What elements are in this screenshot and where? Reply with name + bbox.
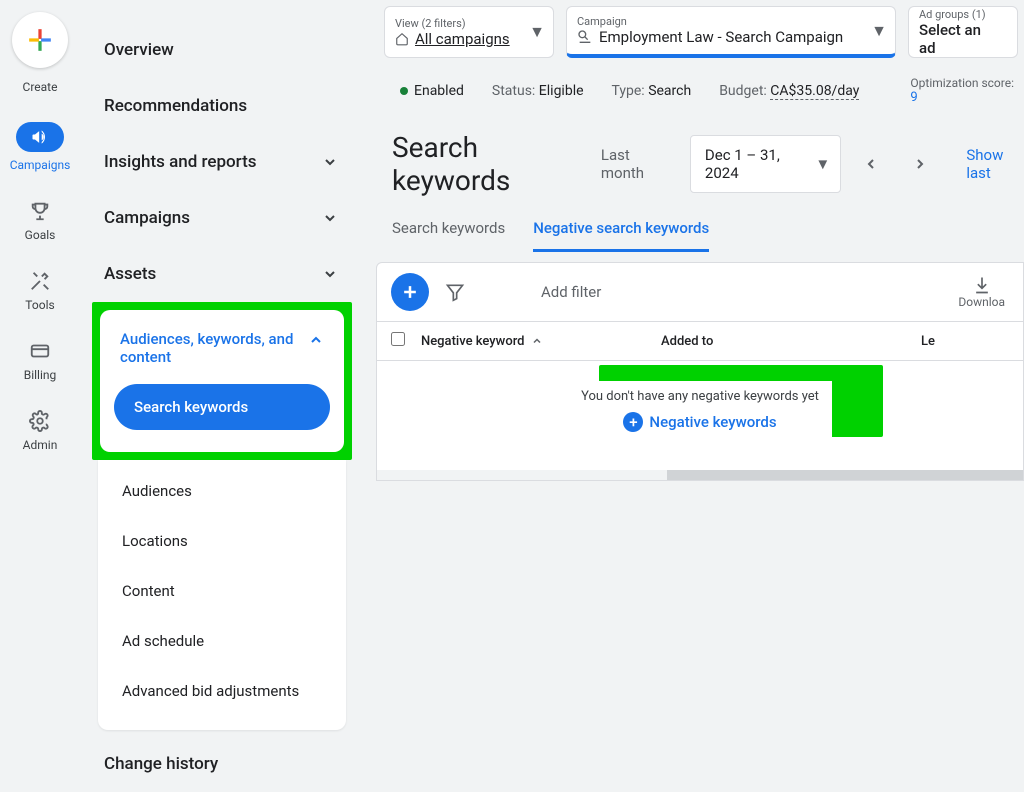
nav-audiences[interactable]: Audiences bbox=[98, 466, 346, 516]
nav-locations-label: Locations bbox=[122, 532, 188, 550]
add-negative-keywords-label: Negative keywords bbox=[649, 413, 776, 431]
rail-tools-label: Tools bbox=[25, 298, 54, 312]
column-negative-keyword[interactable]: Negative keyword bbox=[421, 334, 661, 349]
adgroup-selector-value: Select an ad bbox=[919, 21, 989, 57]
scrollbar-thumb[interactable] bbox=[667, 470, 1023, 480]
nav-overview[interactable]: Overview bbox=[88, 22, 356, 78]
nav-audiences-keywords-content[interactable]: Audiences, keywords, and content bbox=[108, 320, 336, 376]
rail-goals[interactable]: Goals bbox=[25, 200, 56, 242]
view-selector[interactable]: View (2 filters) All campaigns ▼ bbox=[384, 6, 554, 58]
plus-multicolor-icon bbox=[27, 27, 53, 53]
column-level[interactable]: Le bbox=[921, 334, 1009, 349]
chevron-down-icon bbox=[320, 208, 340, 228]
megaphone-icon bbox=[29, 126, 51, 148]
download-icon bbox=[972, 275, 992, 295]
show-last-link[interactable]: Show last bbox=[966, 146, 1024, 182]
download-button[interactable]: Downloa bbox=[958, 275, 1009, 309]
rail-campaigns[interactable]: Campaigns bbox=[10, 122, 71, 172]
column-added-to[interactable]: Added to bbox=[661, 334, 921, 349]
view-selector-label: View (2 filters) bbox=[395, 17, 525, 30]
nav-campaigns[interactable]: Campaigns bbox=[88, 190, 356, 246]
rail-tools[interactable]: Tools bbox=[25, 270, 54, 312]
tab-search-keywords[interactable]: Search keywords bbox=[392, 219, 505, 252]
rail-goals-label: Goals bbox=[25, 228, 56, 242]
status-enabled: Enabled bbox=[400, 83, 464, 99]
home-icon bbox=[395, 32, 409, 46]
rail-admin-label: Admin bbox=[23, 438, 58, 452]
nav-ad-schedule[interactable]: Ad schedule bbox=[98, 616, 346, 666]
download-label: Downloa bbox=[958, 295, 1005, 309]
nav-locations[interactable]: Locations bbox=[98, 516, 346, 566]
rail-billing-label: Billing bbox=[24, 368, 57, 382]
date-next-button[interactable] bbox=[912, 156, 939, 172]
nav-search-keywords-label: Search keywords bbox=[134, 398, 248, 416]
nav-recommendations[interactable]: Recommendations bbox=[88, 78, 356, 134]
nav-audiences-label: Audiences bbox=[122, 482, 192, 500]
date-prev-button[interactable] bbox=[863, 156, 890, 172]
gear-icon bbox=[29, 410, 51, 432]
rail-billing[interactable]: Billing bbox=[24, 340, 57, 382]
nav-recommendations-label: Recommendations bbox=[104, 96, 247, 116]
nav-akc-label: Audiences, keywords, and content bbox=[120, 330, 308, 366]
date-preset-label: Last month bbox=[601, 146, 668, 182]
rail-campaigns-label: Campaigns bbox=[10, 158, 71, 172]
status-type: Type: Search bbox=[612, 83, 692, 99]
horizontal-scrollbar[interactable] bbox=[377, 470, 1023, 480]
card-icon bbox=[29, 340, 51, 362]
nav-content-label: Content bbox=[122, 582, 175, 600]
sort-asc-icon bbox=[531, 335, 543, 347]
caret-down-icon: ▼ bbox=[815, 155, 830, 173]
page-title: Search keywords bbox=[392, 131, 579, 197]
chevron-down-icon bbox=[320, 264, 340, 284]
filter-button[interactable] bbox=[445, 282, 465, 302]
optimization-score: Optimization score: 9 bbox=[910, 76, 1024, 105]
status-budget[interactable]: Budget: CA$35.08/day bbox=[719, 83, 859, 99]
add-negative-keywords-link[interactable]: + Negative keywords bbox=[623, 412, 776, 432]
date-range-picker[interactable]: Dec 1 – 31, 2024 ▼ bbox=[690, 135, 841, 193]
nav-change-history-label: Change history bbox=[104, 754, 218, 774]
create-button[interactable] bbox=[12, 12, 68, 68]
create-label: Create bbox=[23, 80, 58, 94]
nav-assets[interactable]: Assets bbox=[88, 246, 356, 302]
nav-overview-label: Overview bbox=[104, 40, 174, 60]
tab-negative-keywords[interactable]: Negative search keywords bbox=[533, 219, 709, 252]
tutorial-highlight-nav: Audiences, keywords, and content Search … bbox=[92, 302, 352, 460]
date-range-value: Dec 1 – 31, 2024 bbox=[705, 146, 780, 182]
tools-icon bbox=[29, 270, 51, 292]
view-selector-value: All campaigns bbox=[415, 30, 510, 48]
trophy-icon bbox=[29, 200, 51, 222]
campaign-selector-value: Employment Law - Search Campaign bbox=[599, 28, 843, 46]
nav-ad-schedule-label: Ad schedule bbox=[122, 632, 204, 650]
adgroup-selector-label: Ad groups (1) bbox=[919, 8, 989, 21]
nav-advanced-bid-label: Advanced bid adjustments bbox=[122, 682, 299, 700]
column-negative-keyword-label: Negative keyword bbox=[421, 334, 525, 349]
rail-admin[interactable]: Admin bbox=[23, 410, 58, 452]
nav-content[interactable]: Content bbox=[98, 566, 346, 616]
plus-circle-icon: + bbox=[623, 412, 643, 432]
select-all-checkbox[interactable] bbox=[391, 332, 405, 346]
nav-change-history[interactable]: Change history bbox=[88, 730, 356, 792]
status-eligibility: Status: Eligible bbox=[492, 83, 584, 99]
empty-state-text: You don't have any negative keywords yet bbox=[568, 389, 832, 404]
caret-down-icon: ▼ bbox=[529, 22, 545, 42]
chevron-down-icon bbox=[320, 152, 340, 172]
nav-insights[interactable]: Insights and reports bbox=[88, 134, 356, 190]
funnel-icon bbox=[445, 282, 465, 302]
caret-down-icon: ▼ bbox=[871, 21, 887, 41]
chevron-up-icon bbox=[308, 330, 324, 350]
add-button[interactable] bbox=[391, 273, 429, 311]
search-list-icon bbox=[577, 29, 593, 45]
campaign-selector-label: Campaign bbox=[577, 15, 867, 28]
nav-search-keywords[interactable]: Search keywords bbox=[114, 384, 330, 430]
nav-campaigns-label: Campaigns bbox=[104, 208, 190, 228]
nav-advanced-bid[interactable]: Advanced bid adjustments bbox=[98, 666, 346, 716]
campaign-selector[interactable]: Campaign Employment Law - Search Campaig… bbox=[566, 6, 896, 58]
adgroup-selector[interactable]: Ad groups (1) Select an ad bbox=[908, 6, 1018, 58]
plus-icon bbox=[400, 282, 420, 302]
nav-assets-label: Assets bbox=[104, 264, 156, 284]
add-filter-input[interactable]: Add filter bbox=[541, 283, 601, 301]
nav-insights-label: Insights and reports bbox=[104, 152, 257, 172]
